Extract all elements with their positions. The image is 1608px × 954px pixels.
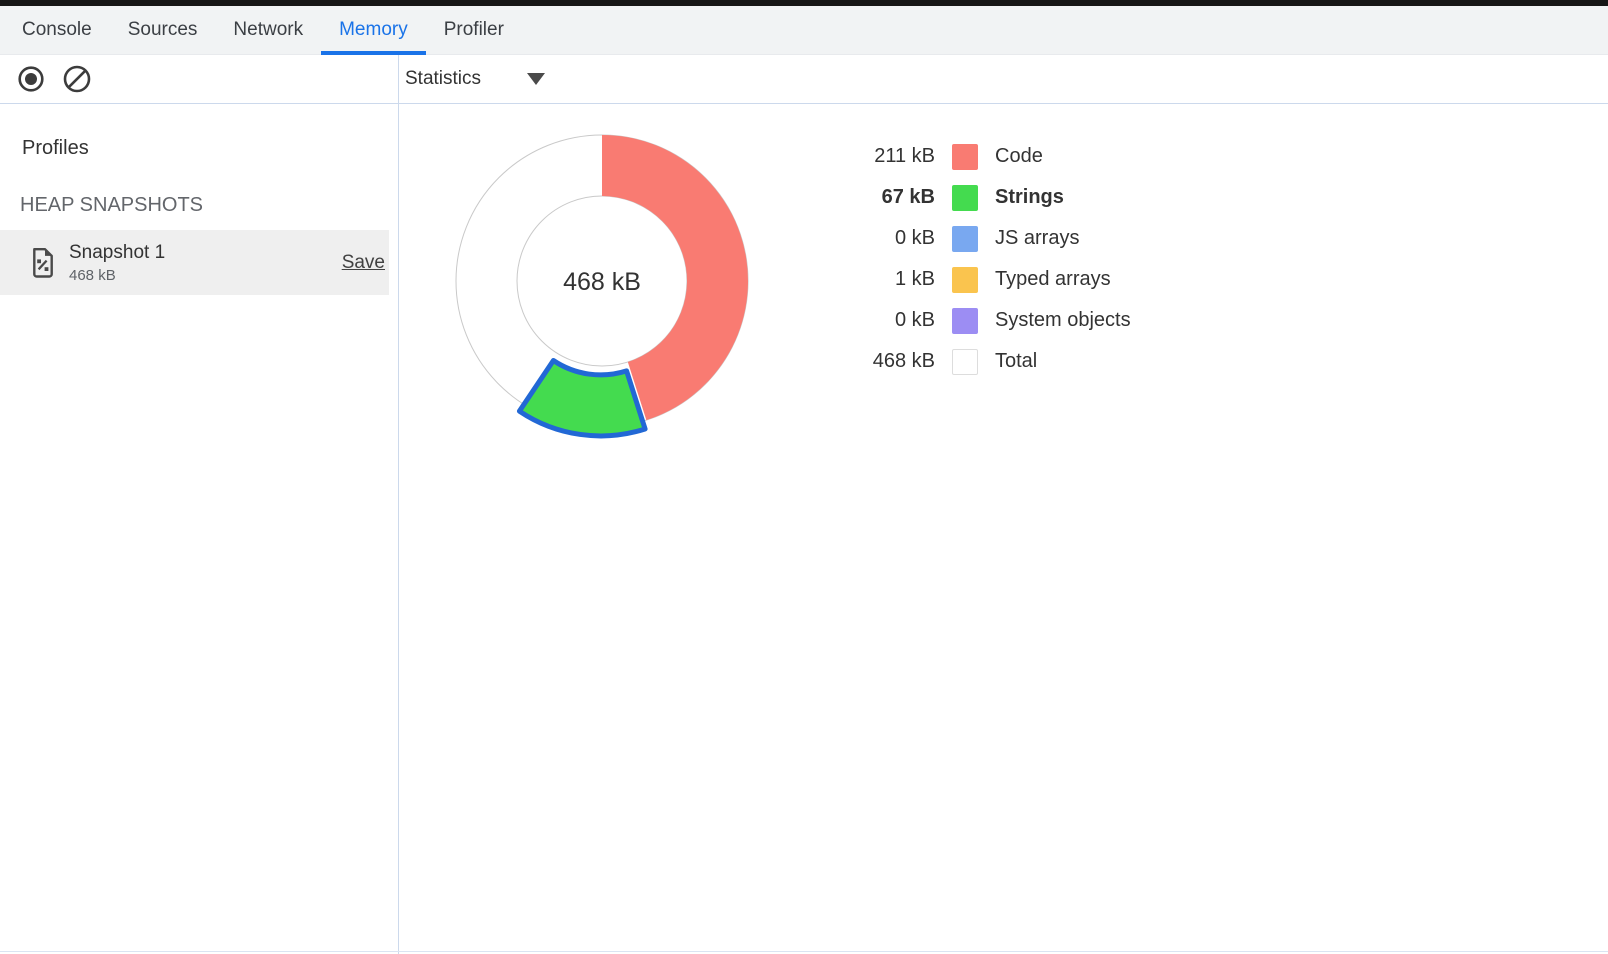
donut-center-total-label: 468 kB: [563, 268, 641, 296]
legend-swatch-system-objects: [952, 308, 978, 334]
memory-toolbar: Statistics: [0, 55, 1608, 104]
legend-swatch-js-arrays: [952, 226, 978, 252]
record-heap-snapshot-button[interactable]: [17, 65, 45, 93]
content-area: Profiles HEAP SNAPSHOTS Snapshot 1 468 k…: [0, 104, 1608, 953]
chart-legend: 211 kB Code 67 kB Strings 0 kB JS arrays…: [845, 136, 1131, 382]
heap-snapshots-section-title: HEAP SNAPSHOTS: [20, 194, 398, 217]
tab-profiler[interactable]: Profiler: [426, 6, 522, 54]
sidebar-item-snapshot-1[interactable]: Snapshot 1 468 kB Save: [0, 230, 389, 295]
legend-label: System objects: [995, 309, 1131, 332]
sidebar-split-divider[interactable]: [398, 55, 399, 954]
legend-row-typed-arrays[interactable]: 1 kB Typed arrays: [845, 259, 1131, 300]
snapshot-size: 468 kB: [69, 267, 165, 284]
tab-sources[interactable]: Sources: [110, 6, 216, 54]
legend-value: 67 kB: [845, 186, 935, 209]
bottom-divider: [0, 951, 1608, 952]
legend-swatch-code: [952, 144, 978, 170]
legend-value: 468 kB: [845, 350, 935, 373]
legend-row-system-objects[interactable]: 0 kB System objects: [845, 300, 1131, 341]
tab-memory[interactable]: Memory: [321, 6, 426, 54]
snapshot-title: Snapshot 1: [69, 242, 165, 264]
legend-row-code[interactable]: 211 kB Code: [845, 136, 1131, 177]
snapshot-info: Snapshot 1 468 kB: [69, 242, 165, 284]
legend-label: Typed arrays: [995, 268, 1111, 291]
devtools-tabbar: Console Sources Network Memory Profiler: [0, 6, 1608, 55]
clear-profiles-button[interactable]: [62, 64, 92, 94]
chevron-down-icon: [527, 73, 545, 85]
legend-swatch-strings: [952, 185, 978, 211]
clear-icon: [62, 64, 92, 94]
legend-value: 1 kB: [845, 268, 935, 291]
tab-network[interactable]: Network: [215, 6, 321, 54]
perspective-select-value: Statistics: [405, 68, 481, 90]
legend-swatch-total: [952, 349, 978, 375]
save-snapshot-link[interactable]: Save: [342, 252, 385, 274]
sidebar-title: Profiles: [22, 137, 398, 160]
legend-label: Strings: [995, 186, 1064, 209]
heap-snapshot-icon: [30, 247, 56, 279]
legend-value: 0 kB: [845, 227, 935, 250]
legend-swatch-typed-arrays: [952, 267, 978, 293]
profiles-sidebar: Profiles HEAP SNAPSHOTS Snapshot 1 468 k…: [0, 104, 398, 953]
legend-row-total[interactable]: 468 kB Total: [845, 341, 1131, 382]
statistics-view: 468 kB 211 kB Code 67 kB Strings 0 kB JS…: [398, 104, 1608, 953]
legend-row-js-arrays[interactable]: 0 kB JS arrays: [845, 218, 1131, 259]
legend-row-strings[interactable]: 67 kB Strings: [845, 177, 1131, 218]
legend-label: Code: [995, 145, 1043, 168]
heap-statistics-donut-chart: 468 kB: [442, 121, 762, 441]
legend-label: JS arrays: [995, 227, 1079, 250]
legend-value: 211 kB: [845, 145, 935, 168]
perspective-select[interactable]: Statistics: [405, 55, 545, 103]
tab-console[interactable]: Console: [4, 6, 110, 54]
legend-label: Total: [995, 350, 1037, 373]
donut-slice-strings[interactable]: [519, 361, 645, 436]
record-icon: [17, 65, 45, 93]
legend-value: 0 kB: [845, 309, 935, 332]
